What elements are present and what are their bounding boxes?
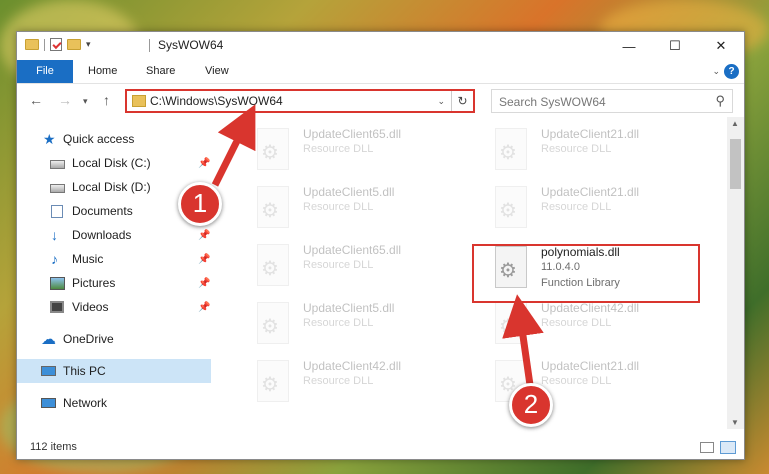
sidebar-item-onedrive[interactable]: ☁ OneDrive bbox=[17, 327, 211, 351]
dll-file-icon: ⚙ bbox=[257, 302, 289, 344]
sidebar-item-pictures[interactable]: Pictures 📌 bbox=[17, 271, 211, 295]
navigation-bar: ← → ▾ ↑ C:\Windows\SysWOW64 ⌄ ↻ Search S… bbox=[17, 85, 744, 117]
file-item[interactable]: ⚙ UpdateClient5.dll Resource DLL bbox=[229, 299, 459, 357]
pin-icon: 📌 bbox=[198, 157, 211, 169]
maximize-button[interactable]: ☐ bbox=[652, 32, 698, 60]
search-placeholder: Search SysWOW64 bbox=[499, 95, 606, 109]
file-item[interactable]: ⚙ UpdateClient42.dll Resource DLL bbox=[467, 299, 697, 357]
large-icons-view-icon[interactable] bbox=[720, 441, 736, 454]
download-icon: ↓ bbox=[51, 226, 58, 243]
scroll-up-icon[interactable]: ▲ bbox=[731, 119, 739, 128]
file-item[interactable]: ⚙ UpdateClient65.dll Resource DLL bbox=[229, 125, 459, 183]
pin-icon: 📌 bbox=[198, 253, 211, 265]
star-icon: ★ bbox=[43, 130, 56, 147]
search-icon[interactable]: ⚲ bbox=[715, 93, 725, 109]
tab-view[interactable]: View bbox=[205, 60, 229, 83]
pin-icon: 📌 bbox=[198, 229, 211, 241]
step-2-badge: 2 bbox=[509, 383, 553, 427]
dll-file-icon: ⚙ bbox=[257, 244, 289, 286]
recent-locations-icon[interactable]: ▾ bbox=[83, 96, 88, 107]
documents-icon bbox=[51, 204, 63, 218]
dll-file-icon: ⚙ bbox=[257, 360, 289, 402]
forward-arrow-icon[interactable]: → bbox=[58, 92, 72, 108]
pin-icon: 📌 bbox=[198, 277, 211, 289]
dll-file-icon: ⚙ bbox=[495, 302, 527, 344]
dll-file-icon: ⚙ bbox=[257, 186, 289, 228]
tab-share[interactable]: Share bbox=[146, 60, 175, 83]
file-item[interactable]: ⚙ UpdateClient21.dll Resource DLL bbox=[467, 125, 697, 183]
quick-access-toolbar: ▾ bbox=[25, 38, 91, 51]
new-folder-icon[interactable] bbox=[67, 39, 81, 50]
address-path[interactable]: C:\Windows\SysWOW64 bbox=[150, 94, 283, 108]
file-item[interactable]: ⚙ UpdateClient65.dll Resource DLL bbox=[229, 241, 459, 299]
close-button[interactable]: ✕ bbox=[698, 32, 744, 60]
sidebar-item-this-pc[interactable]: This PC bbox=[17, 359, 211, 383]
sidebar-item-downloads[interactable]: ↓ Downloads 📌 bbox=[17, 223, 211, 247]
videos-icon bbox=[50, 301, 64, 313]
vertical-scrollbar[interactable]: ▲ ▼ bbox=[727, 117, 744, 429]
file-item[interactable]: ⚙ UpdateClient5.dll Resource DLL bbox=[229, 183, 459, 241]
tab-home[interactable]: Home bbox=[88, 60, 117, 83]
expand-ribbon-icon[interactable]: ⌄ bbox=[712, 66, 720, 77]
help-icon[interactable]: ? bbox=[724, 64, 739, 79]
sidebar-item-quick-access[interactable]: ★ Quick access bbox=[17, 127, 211, 151]
back-arrow-icon[interactable]: ← bbox=[29, 92, 43, 108]
file-item[interactable]: ⚙ UpdateClient21.dll Resource DLL bbox=[467, 183, 697, 241]
pin-icon: 📌 bbox=[198, 301, 211, 313]
navigation-pane: ★ Quick access Local Disk (C:) 📌 Local D… bbox=[17, 124, 211, 424]
computer-icon bbox=[41, 366, 56, 376]
dll-file-icon: ⚙ bbox=[495, 186, 527, 228]
sidebar-item-music[interactable]: ♪ Music 📌 bbox=[17, 247, 211, 271]
details-view-icon[interactable] bbox=[700, 442, 714, 453]
step-1-badge: 1 bbox=[178, 182, 222, 226]
customize-toolbar-icon[interactable]: ▾ bbox=[86, 39, 91, 50]
properties-icon[interactable] bbox=[50, 38, 62, 51]
drive-icon bbox=[50, 183, 65, 193]
file-item[interactable]: ⚙ UpdateClient21.dll Resource DLL bbox=[467, 357, 697, 415]
sidebar-item-local-disk-c[interactable]: Local Disk (C:) 📌 bbox=[17, 151, 211, 175]
cloud-icon: ☁ bbox=[41, 330, 56, 348]
file-item[interactable]: ⚙ UpdateClient42.dll Resource DLL bbox=[229, 357, 459, 415]
status-bar: 112 items bbox=[17, 436, 744, 459]
highlight-box bbox=[472, 244, 700, 303]
window-title: SysWOW64 bbox=[158, 38, 224, 52]
folder-icon bbox=[25, 39, 39, 50]
sidebar-item-videos[interactable]: Videos 📌 bbox=[17, 295, 211, 319]
network-icon bbox=[41, 398, 56, 408]
sidebar-item-network[interactable]: Network bbox=[17, 391, 211, 415]
up-arrow-icon[interactable]: ↑ bbox=[103, 92, 110, 108]
refresh-icon[interactable]: ↻ bbox=[451, 91, 473, 111]
search-input[interactable]: Search SysWOW64 ⚲ bbox=[491, 89, 733, 113]
minimize-button[interactable]: — bbox=[606, 32, 652, 60]
item-count: 112 items bbox=[30, 441, 77, 453]
scrollbar-thumb[interactable] bbox=[730, 139, 741, 189]
ribbon-tabs: File Home Share View ⌄ ? bbox=[17, 60, 744, 84]
dll-file-icon: ⚙ bbox=[495, 128, 527, 170]
tab-file[interactable]: File bbox=[17, 60, 73, 83]
scroll-down-icon[interactable]: ▼ bbox=[731, 418, 739, 427]
address-bar[interactable]: C:\Windows\SysWOW64 ⌄ ↻ bbox=[125, 89, 475, 113]
folder-icon bbox=[132, 95, 146, 107]
music-icon: ♪ bbox=[51, 250, 58, 267]
dll-file-icon: ⚙ bbox=[257, 128, 289, 170]
chevron-down-icon[interactable]: ⌄ bbox=[437, 96, 445, 107]
drive-icon bbox=[50, 159, 65, 169]
pictures-icon bbox=[50, 276, 65, 290]
title-bar: ▾ SysWOW64 — ☐ ✕ bbox=[17, 32, 744, 60]
